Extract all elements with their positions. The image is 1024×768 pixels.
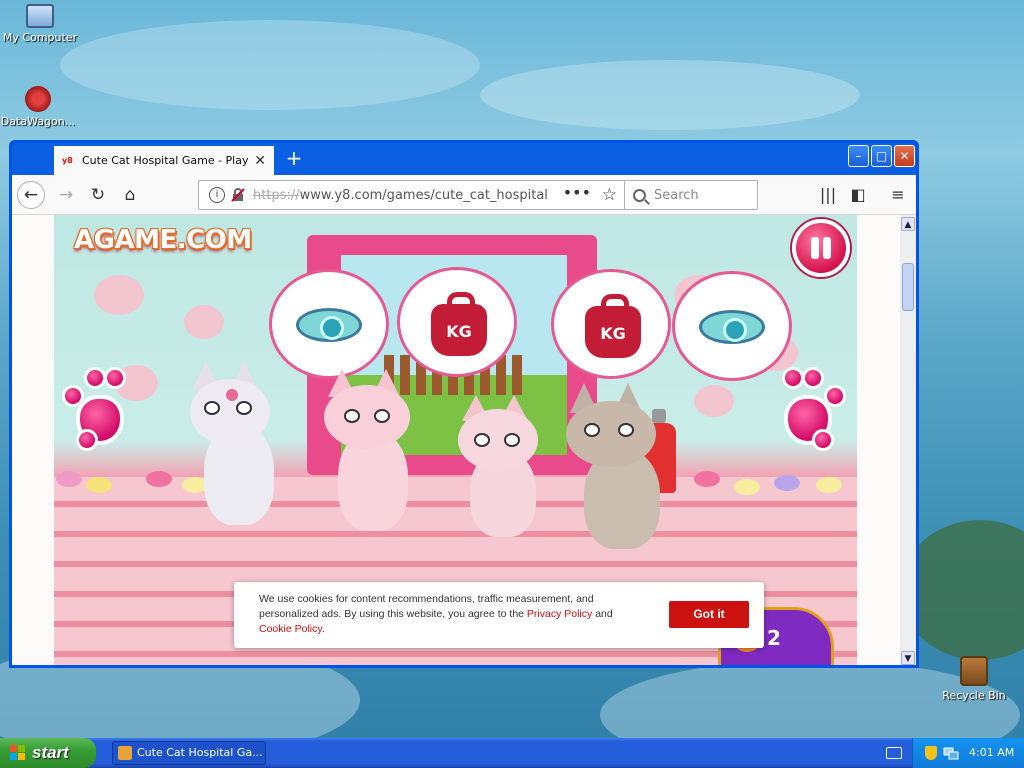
taskbar-window-label: Cute Cat Hospital Ga... [137,746,263,759]
thought-bubble-weight-1: KG [397,267,517,377]
site-info-icon[interactable]: i [209,187,225,203]
search-input[interactable]: Search [624,180,758,210]
decor-bead [816,477,842,493]
game-canvas[interactable]: AGAME.COM KG KG 2 We use cookies for con… [54,215,857,665]
decor-bead [86,477,112,493]
minimize-button[interactable]: – [848,145,869,167]
page-actions-icon[interactable]: ••• [563,183,591,202]
home-button[interactable]: ⌂ [116,181,144,209]
thought-bubble-eye-1 [269,269,389,379]
clock: 4:01 AM [969,746,1015,759]
close-window-button[interactable]: ✕ [894,145,915,167]
decor-bead [774,475,800,491]
datawagon-icon [25,86,51,112]
privacy-policy-link[interactable]: Privacy Policy [527,608,592,620]
keyboard-icon[interactable] [886,747,902,759]
vertical-scrollbar[interactable]: ▲ ▼ [900,215,916,665]
fever-spot [226,389,238,401]
url-text: www.y8.com/games/cute_cat_hospital [299,187,548,203]
paw-left-button[interactable] [58,365,142,455]
cookie-text: We use cookies for content recommendatio… [259,592,639,637]
windows-flag-icon [10,745,26,761]
browser-window: y8 Cute Cat Hospital Game - Play onli ✕ … [9,140,919,668]
system-tray: 4:01 AM [912,738,1024,768]
thought-bubble-weight-2: KG [551,269,671,379]
page-viewport: AGAME.COM KG KG 2 We use cookies for con… [12,215,900,665]
eye-scan-icon [699,310,765,344]
tab-title: Cute Cat Hospital Game - Play onli [82,154,252,167]
eye-scan-icon [296,308,362,342]
firefox-taskbar-icon [118,746,132,760]
desktop-icon-datawagon[interactable]: DataWagon... [0,86,78,128]
taskbar-window-button[interactable]: Cute Cat Hospital Ga... [112,741,266,765]
agame-logo[interactable]: AGAME.COM [74,225,252,255]
recycle-bin-icon [960,656,988,686]
cookie-banner: We use cookies for content recommendatio… [234,582,764,648]
start-button[interactable]: start [0,738,96,768]
weight-icon: KG [431,292,487,356]
computer-icon [26,4,54,28]
desktop-icon-label: Recycle Bin [942,689,1006,702]
navigation-bar: ← → ↻ ⌂ i https:// www.y8.com/games/cute… [12,175,916,215]
cookie-policy-link[interactable]: Cookie Policy [259,623,322,635]
search-placeholder: Search [654,187,699,203]
start-label: start [32,743,69,762]
y8-favicon-icon: y8 [62,155,73,165]
cookie-text-part: . [321,623,325,635]
desktop-icon-recycle-bin[interactable]: Recycle Bin [934,656,1014,702]
cookie-text-part: and [592,608,613,620]
tab-cute-cat-hospital[interactable]: y8 Cute Cat Hospital Game - Play onli ✕ [54,146,274,175]
library-icon[interactable]: ||| [816,183,840,207]
back-button[interactable]: ← [17,181,45,209]
maximize-button[interactable]: □ [871,145,892,167]
security-shield-icon[interactable] [925,746,937,760]
got-it-button[interactable]: Got it [669,601,749,628]
new-tab-button[interactable]: + [282,146,306,170]
scroll-up-arrow-icon[interactable]: ▲ [901,217,915,231]
taskbar: start Cute Cat Hospital Ga... 4:01 AM [0,738,1024,768]
desktop-icon-my-computer[interactable]: My Computer [0,4,80,44]
coin-count: 2 [767,626,781,650]
thought-bubble-eye-2 [672,271,792,381]
decor-bead [694,471,720,487]
bookmark-star-icon[interactable]: ☆ [602,185,617,205]
weight-icon: KG [585,294,641,358]
forward-button[interactable]: → [52,181,80,209]
paw-right-button[interactable] [766,365,850,455]
tab-close-icon[interactable]: ✕ [254,153,266,169]
pause-button[interactable] [792,219,850,277]
menu-icon[interactable]: ≡ [886,183,910,207]
url-protocol: https:// [253,187,300,203]
decor-bead [734,479,760,495]
insecure-lock-icon[interactable] [231,188,245,202]
decor-bead [146,471,172,487]
sidebar-icon[interactable]: ◧ [846,183,870,207]
desktop-icon-label: My Computer [2,31,78,44]
desktop-icon-label: DataWagon... [0,115,76,128]
scroll-down-arrow-icon[interactable]: ▼ [901,651,915,665]
url-bar[interactable]: i https:// www.y8.com/games/cute_cat_hos… [198,180,626,210]
scroll-thumb[interactable] [902,263,914,311]
decor-bead [56,471,82,487]
reload-button[interactable]: ↻ [84,181,112,209]
search-icon [633,188,646,202]
network-icon[interactable] [943,746,959,760]
tab-bar: y8 Cute Cat Hospital Game - Play onli ✕ … [12,143,916,175]
